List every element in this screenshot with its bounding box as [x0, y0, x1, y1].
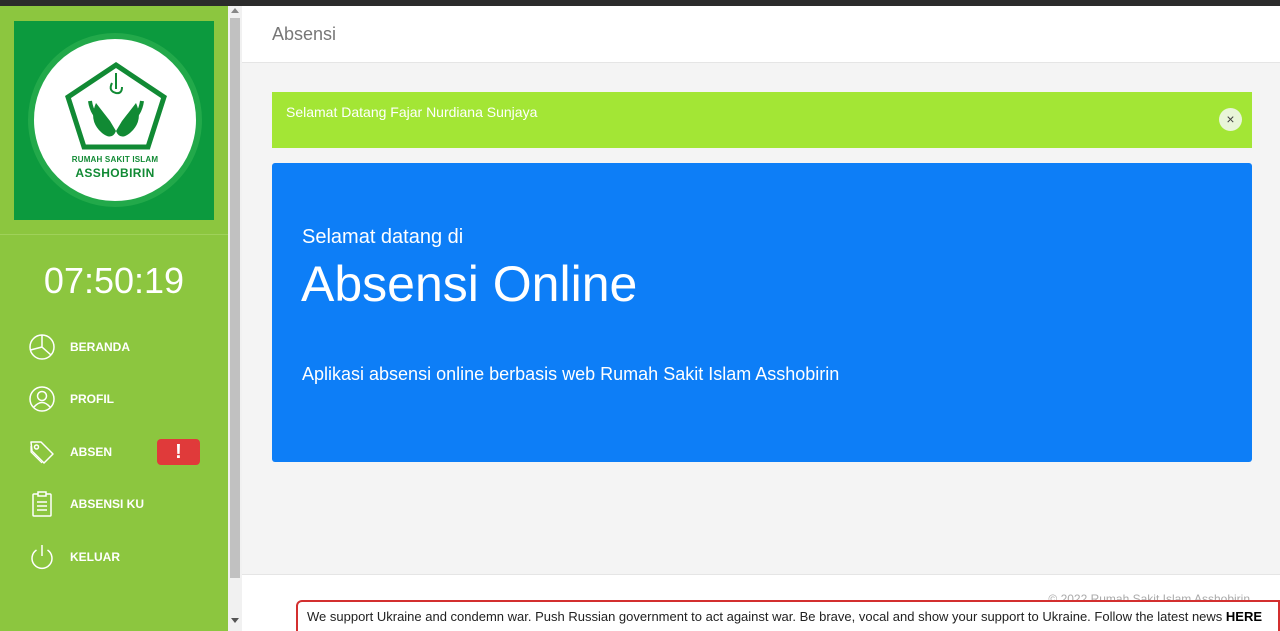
- sidebar-item-label: PROFIL: [70, 392, 114, 406]
- hero-title: Absensi Online: [301, 256, 638, 312]
- logo-text-name: ASSHOBIRIN: [75, 166, 155, 180]
- pie-chart-icon: [29, 334, 55, 360]
- logo-emblem: RUMAH SAKIT ISLAM ASSHOBIRIN: [28, 33, 202, 207]
- clock: 07:50:19: [43, 260, 185, 301]
- alert-badge: !: [157, 439, 200, 465]
- banner-link[interactable]: HERE: [1226, 609, 1262, 624]
- sidebar-item-beranda[interactable]: BERANDA: [0, 324, 228, 370]
- welcome-message: Selamat Datang Fajar Nurdiana Sunjaya: [286, 104, 538, 120]
- logo: RUMAH SAKIT ISLAM ASSHOBIRIN: [14, 21, 214, 220]
- hero-subtitle: Selamat datang di: [302, 226, 464, 248]
- scroll-down-arrow-icon[interactable]: [231, 618, 239, 623]
- page-title: Absensi: [272, 24, 337, 44]
- sidebar: RUMAH SAKIT ISLAM ASSHOBIRIN 07:50:19 BE…: [0, 6, 228, 631]
- sidebar-item-label: BERANDA: [70, 340, 130, 354]
- sidebar-divider: [0, 234, 228, 235]
- sidebar-item-label: ABSENSI KU: [70, 497, 145, 511]
- welcome-alert: Selamat Datang Fajar Nurdiana Sunjaya ×: [272, 92, 1252, 148]
- main-content: Absensi Selamat Datang Fajar Nurdiana Su…: [242, 6, 1280, 631]
- sidebar-item-profil[interactable]: PROFIL: [0, 376, 228, 422]
- scroll-thumb[interactable]: [230, 18, 240, 578]
- sidebar-item-keluar[interactable]: KELUAR: [0, 534, 228, 580]
- banner-message: We support Ukraine and condemn war. Push…: [307, 609, 1223, 624]
- sidebar-scrollbar[interactable]: [228, 6, 242, 631]
- hero-description: Aplikasi absensi online berbasis web Rum…: [302, 364, 840, 384]
- sidebar-item-absen[interactable]: ABSEN !: [0, 429, 228, 475]
- tag-icon: [30, 441, 54, 464]
- user-circle-icon: [29, 386, 55, 412]
- clipboard-icon: [32, 491, 52, 517]
- hospital-logo-icon: [65, 61, 167, 150]
- close-icon[interactable]: ×: [1219, 108, 1242, 131]
- banner-text: We support Ukraine and condemn war. Push…: [307, 609, 1262, 624]
- sidebar-item-label: ABSEN: [70, 445, 113, 459]
- power-icon: [31, 545, 53, 570]
- page-header: Absensi: [242, 6, 1280, 63]
- ukraine-support-banner: We support Ukraine and condemn war. Push…: [296, 600, 1280, 631]
- sidebar-item-label: KELUAR: [70, 550, 120, 564]
- sidebar-item-absensi-ku[interactable]: ABSENSI KU: [0, 481, 228, 527]
- scroll-up-arrow-icon[interactable]: [231, 8, 239, 13]
- logo-text-top: RUMAH SAKIT ISLAM: [71, 155, 159, 164]
- hero-card: Selamat datang di Absensi Online Aplikas…: [272, 163, 1252, 462]
